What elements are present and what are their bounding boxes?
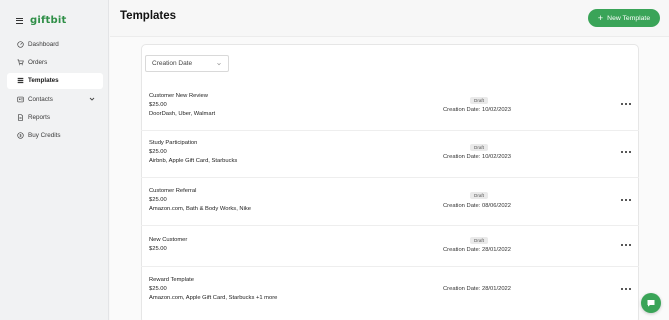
sidebar-item-buy-credits[interactable]: Buy Credits xyxy=(7,128,103,144)
more-options-icon[interactable] xyxy=(621,102,631,106)
cart-icon xyxy=(16,58,24,66)
sidebar-item-label: Orders xyxy=(28,58,48,66)
dashboard-icon xyxy=(16,40,24,48)
template-brands: DoorDash, Uber, Walmart xyxy=(149,111,216,117)
creation-date: Creation Date: 08/06/2022 xyxy=(443,203,512,209)
status-badge: Draft xyxy=(470,144,488,151)
table-row[interactable]: Customer Referral $25.00 Amazon.com, Bat… xyxy=(141,184,639,225)
status-badge: Draft xyxy=(470,237,488,244)
row-divider xyxy=(141,130,639,131)
chevron-down-icon[interactable] xyxy=(88,95,96,103)
sidebar-item-label: Reports xyxy=(28,114,51,122)
template-title[interactable]: Customer Referral xyxy=(149,188,196,194)
giftbit-logo[interactable]: giftbit xyxy=(30,15,66,26)
template-title[interactable]: New Customer xyxy=(149,237,187,243)
contacts-icon xyxy=(16,95,24,103)
sort-select-value: Creation Date xyxy=(152,60,193,67)
new-template-label: New Template xyxy=(607,14,651,22)
sidebar: giftbit Dashboard Orders Templates Conta… xyxy=(0,0,109,320)
status-badge: Draft xyxy=(470,97,488,104)
sidebar-nav: Dashboard Orders Templates Contacts Repo… xyxy=(7,36,103,146)
more-options-icon[interactable] xyxy=(621,150,631,154)
brand: giftbit xyxy=(16,15,66,26)
sidebar-item-contacts[interactable]: Contacts xyxy=(7,91,103,107)
sidebar-item-label: Templates xyxy=(28,77,59,85)
sort-select[interactable]: Creation Date xyxy=(145,55,229,72)
sidebar-item-orders[interactable]: Orders xyxy=(7,54,103,70)
sidebar-item-label: Contacts xyxy=(28,95,53,103)
template-amount: $25.00 xyxy=(149,197,167,203)
table-row[interactable]: New Customer $25.00 Draft Creation Date:… xyxy=(141,233,639,266)
table-row[interactable]: Reward Template $25.00 Amazon.com, Apple… xyxy=(141,273,639,314)
chat-button[interactable] xyxy=(641,293,661,313)
menu-icon[interactable] xyxy=(16,17,23,24)
header-divider xyxy=(110,36,669,37)
chat-icon xyxy=(647,300,655,307)
template-brands: Airbnb, Apple Gift Card, Starbucks xyxy=(149,158,238,164)
table-row[interactable]: Customer New Review $25.00 DoorDash, Ube… xyxy=(141,89,639,130)
creation-date: Creation Date: 28/01/2022 xyxy=(443,247,512,253)
template-amount: $25.00 xyxy=(149,102,167,108)
row-divider xyxy=(141,177,639,178)
sidebar-item-dashboard[interactable]: Dashboard xyxy=(7,36,103,52)
more-options-icon[interactable] xyxy=(621,243,631,247)
new-template-button[interactable]: + New Template xyxy=(588,9,660,27)
table-row[interactable]: Study Participation $25.00 Airbnb, Apple… xyxy=(141,136,639,177)
template-title[interactable]: Customer New Review xyxy=(149,93,208,99)
template-amount: $25.00 xyxy=(149,246,167,252)
creation-date: Creation Date: 10/02/2023 xyxy=(443,154,512,160)
credits-icon xyxy=(16,132,24,140)
more-options-icon[interactable] xyxy=(621,198,631,202)
more-options-icon[interactable] xyxy=(621,287,631,291)
creation-date: Creation Date: 10/02/2023 xyxy=(443,107,512,113)
template-amount: $25.00 xyxy=(149,149,167,155)
templates-icon xyxy=(16,77,24,85)
template-brands: Amazon.com, Bath & Body Works, Nike xyxy=(149,206,252,212)
plus-icon: + xyxy=(597,12,604,23)
creation-date: Creation Date: 28/01/2022 xyxy=(443,286,512,292)
reports-icon xyxy=(16,114,24,122)
sidebar-item-templates[interactable]: Templates xyxy=(7,72,103,89)
row-divider xyxy=(141,266,639,267)
template-title[interactable]: Reward Template xyxy=(149,277,194,283)
row-divider xyxy=(141,225,639,226)
template-amount: $25.00 xyxy=(149,286,167,292)
chevron-down-icon xyxy=(217,62,221,66)
template-title[interactable]: Study Participation xyxy=(149,140,197,146)
status-badge: Draft xyxy=(470,192,488,199)
template-brands: Amazon.com, Apple Gift Card, Starbucks +… xyxy=(149,295,278,301)
sidebar-item-label: Buy Credits xyxy=(28,132,61,140)
sidebar-item-reports[interactable]: Reports xyxy=(7,110,103,126)
page-title: Templates xyxy=(120,10,177,22)
sidebar-item-label: Dashboard xyxy=(28,40,59,48)
